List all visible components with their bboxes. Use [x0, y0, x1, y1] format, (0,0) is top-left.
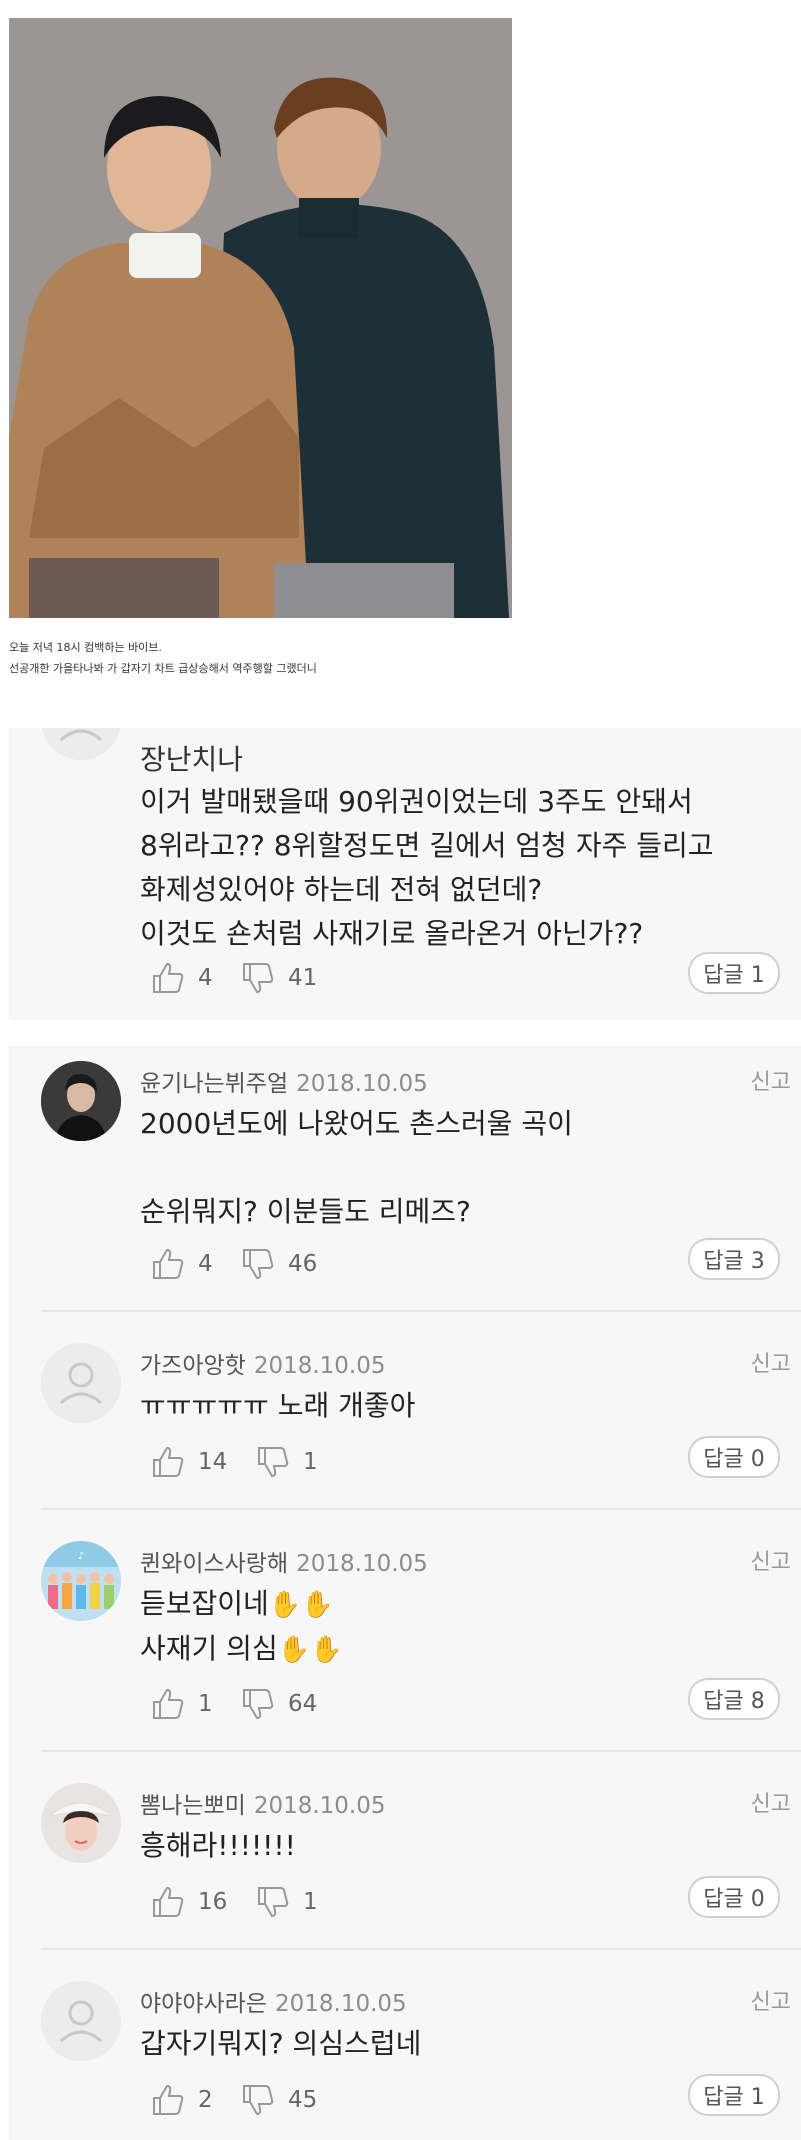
thumbs-up-icon: [153, 1886, 184, 1917]
comment-date: 2018.10.05: [253, 1353, 386, 1379]
dislike-count: 1: [303, 1449, 318, 1475]
like-count: 16: [198, 1889, 228, 1915]
thumbs-up-icon: [153, 1248, 184, 1279]
comment-list: 윤기나는뷔주얼 2018.10.05 신고 2000년도에 나왔어도 촌스러울 곡…: [9, 1046, 801, 2140]
comment-author[interactable]: 퀸와이스사랑해 2018.10.05: [140, 1544, 428, 1578]
reply-button[interactable]: 답글 1: [688, 2074, 780, 2116]
comment-text: 듣보잡이네✋✋ 사재기 의심✋✋: [140, 1582, 342, 1672]
dislike-count: 41: [288, 965, 318, 991]
like-count: 4: [198, 965, 213, 991]
like-button[interactable]: 1: [150, 1682, 213, 1726]
report-button[interactable]: 신고: [751, 1064, 791, 1096]
dislike-count: 46: [288, 1251, 318, 1277]
comment-actions: 16 1 답글 0: [140, 1876, 790, 1924]
divider: [41, 1948, 801, 1950]
dislike-button[interactable]: 41: [240, 956, 317, 1000]
thumbs-up-icon: [153, 1446, 184, 1477]
like-button[interactable]: 4: [150, 956, 213, 1000]
comment-text: 흥해라!!!!!!!: [140, 1829, 296, 1862]
thumbs-down-icon: [243, 2085, 274, 2116]
like-count: 1: [198, 1691, 213, 1717]
report-button[interactable]: 신고: [751, 1544, 791, 1576]
dislike-button[interactable]: 45: [240, 2078, 317, 2122]
user-avatar[interactable]: ♪: [41, 1541, 121, 1621]
svg-text:♪: ♪: [78, 1551, 84, 1562]
like-button[interactable]: 14: [150, 1440, 227, 1484]
reply-button[interactable]: 답글 8: [688, 1678, 780, 1720]
article-photo: [9, 18, 512, 618]
thumbs-down-icon: [243, 963, 274, 994]
like-button[interactable]: 2: [150, 2078, 213, 2122]
comment-actions: 1 64 답글 8: [140, 1678, 790, 1726]
comment-text-line1: 듣보잡이네: [140, 1587, 269, 1620]
default-avatar[interactable]: [41, 1343, 121, 1423]
comment-text: 2000년도에 나왔어도 촌스러울 곡이 순위뭐지? 이분들도 리메즈?: [140, 1107, 573, 1228]
report-button[interactable]: 신고: [751, 1984, 791, 2016]
reply-button[interactable]: 답글 3: [688, 1238, 780, 1280]
thumbs-down-icon: [258, 1887, 289, 1918]
dislike-count: 1: [303, 1889, 318, 1915]
like-count: 4: [198, 1251, 213, 1277]
author-name[interactable]: 야야야사라은: [140, 1991, 267, 2017]
comment-actions: 14 1 답글 0: [140, 1436, 790, 1484]
author-name[interactable]: 퀸와이스사랑해: [140, 1551, 288, 1577]
user-avatar[interactable]: [41, 1061, 121, 1141]
report-button[interactable]: 신고: [751, 1346, 791, 1378]
comment-author[interactable]: 뽐나는뽀미 2018.10.05: [140, 1786, 386, 1820]
comment-date: 2018.10.05: [296, 1071, 428, 1097]
comment-date: 2018.10.05: [253, 1793, 386, 1819]
author-name[interactable]: 뽐나는뽀미: [140, 1793, 246, 1819]
like-count: 14: [198, 1449, 228, 1475]
comment-author[interactable]: 장난치나: [140, 738, 243, 778]
raised-hand-icon: ✋✋: [268, 1590, 334, 1620]
thumbs-down-icon: [243, 1689, 274, 1720]
default-avatar: [41, 728, 121, 760]
dislike-button[interactable]: 1: [255, 1880, 318, 1924]
thumbs-up-icon: [153, 2084, 184, 2115]
comment-author[interactable]: 윤기나는뷔주얼 2018.10.05: [140, 1064, 428, 1098]
author-name[interactable]: 윤기나는뷔주얼: [140, 1071, 288, 1097]
report-button[interactable]: 신고: [751, 1786, 791, 1818]
default-avatar[interactable]: [41, 1981, 121, 2061]
comment-text: 이거 발매됐을때 90위권이었는데 3주도 안돼서 8위라고?? 8위할정도면 …: [140, 785, 714, 950]
thumbs-down-icon: [258, 1447, 289, 1478]
user-avatar[interactable]: [41, 1783, 121, 1863]
article-caption-line1: 오늘 저녁 18시 컴백하는 바이브.: [9, 641, 162, 654]
reply-button[interactable]: 답글 1: [688, 952, 780, 994]
raised-hand-icon: ✋✋: [277, 1635, 343, 1665]
reply-button[interactable]: 답글 0: [688, 1436, 780, 1478]
divider: [41, 1310, 801, 1312]
dislike-button[interactable]: 64: [240, 1682, 317, 1726]
comment-text-line2: 사재기 의심: [140, 1632, 278, 1665]
thumbs-up-icon: [153, 962, 184, 993]
like-count: 2: [198, 2087, 213, 2113]
divider: [41, 1508, 801, 1510]
comment-date: 2018.10.05: [274, 1991, 407, 2017]
dislike-count: 45: [288, 2087, 318, 2113]
thumbs-down-icon: [243, 1249, 274, 1280]
like-button[interactable]: 4: [150, 1242, 213, 1286]
article-caption-line2: 선공개한 가을타나봐 가 갑자기 차트 급상승해서 역주행할 그랬더니: [9, 662, 317, 675]
comment-author[interactable]: 야야야사라은 2018.10.05: [140, 1984, 407, 2018]
comment-card: 장난치나 이거 발매됐을때 90위권이었는데 3주도 안돼서 8위라고?? 8위…: [9, 728, 801, 1020]
thumbs-up-icon: [153, 1688, 184, 1719]
reply-button[interactable]: 답글 0: [688, 1876, 780, 1918]
divider: [41, 1750, 801, 1752]
like-button[interactable]: 16: [150, 1880, 227, 1924]
dislike-button[interactable]: 46: [240, 1242, 317, 1286]
comment-text: 갑자기뭐지? 의심스럽네: [140, 2027, 422, 2060]
dislike-count: 64: [288, 1691, 318, 1717]
comment-actions: 2 45 답글 1: [140, 2074, 790, 2122]
comment-date: 2018.10.05: [296, 1551, 428, 1577]
comment-actions: 4 41 답글 1: [140, 952, 790, 1000]
dislike-button[interactable]: 1: [255, 1440, 318, 1484]
comment-actions: 4 46 답글 3: [140, 1238, 790, 1286]
comment-text: ㅠㅠㅠㅠㅠ 노래 개좋아: [140, 1389, 416, 1422]
author-name[interactable]: 가즈아앙핫: [140, 1353, 246, 1379]
comment-author[interactable]: 가즈아앙핫 2018.10.05: [140, 1346, 386, 1380]
